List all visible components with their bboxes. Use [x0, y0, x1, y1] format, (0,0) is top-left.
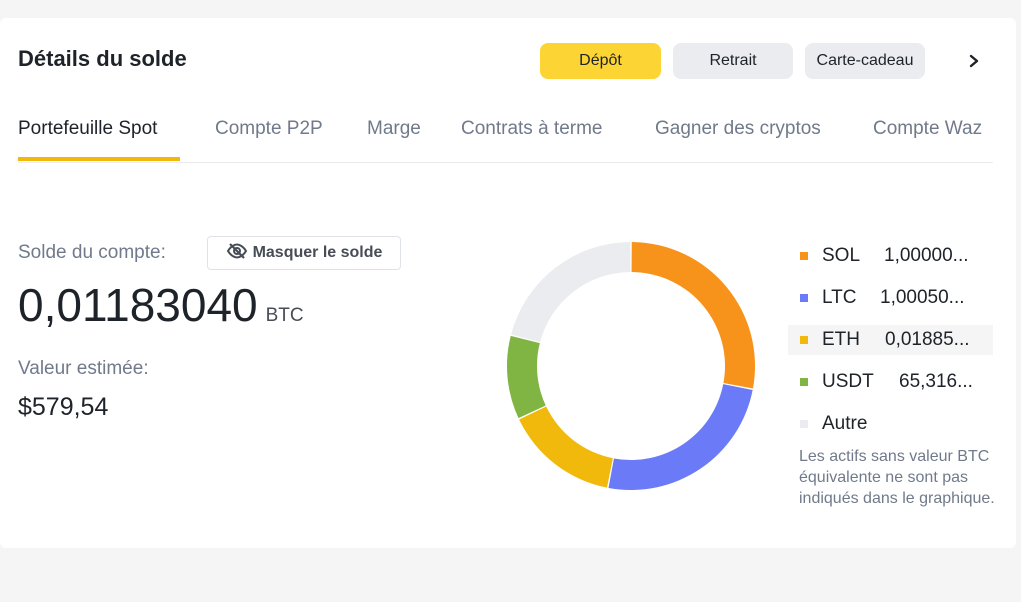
legend-value: 1,00050...: [880, 287, 965, 308]
tab-waz-account[interactable]: Compte Waz: [873, 118, 982, 140]
legend-swatch: [800, 336, 808, 344]
balance-unit: BTC: [265, 305, 304, 326]
eye-slash-icon: [226, 242, 248, 264]
legend-item-ltc[interactable]: LTC 1,00050...: [788, 283, 993, 313]
legend-value: 1,00000...: [884, 245, 969, 266]
legend-value: 0,01885...: [885, 329, 970, 350]
donut-slice-ltc[interactable]: [608, 384, 753, 490]
legend-value: 65,316...: [899, 371, 973, 392]
legend-swatch: [800, 420, 808, 428]
balance-value: 0,01183040: [18, 279, 258, 331]
allocation-donut-chart: [507, 242, 755, 490]
tab-spot-wallet[interactable]: Portefeuille Spot: [18, 118, 157, 140]
gift-card-button[interactable]: Carte-cadeau: [805, 43, 925, 79]
legend-item-eth[interactable]: ETH 0,01885...: [788, 325, 993, 355]
legend-item-other[interactable]: Autre: [788, 409, 993, 439]
wallet-tabs: Portefeuille Spot Compte P2P Marge Contr…: [18, 114, 993, 163]
tab-earn-crypto[interactable]: Gagner des cryptos: [655, 118, 821, 140]
legend-item-sol[interactable]: SOL 1,00000...: [788, 241, 993, 271]
tab-futures[interactable]: Contrats à terme: [461, 118, 603, 140]
donut-slice-autre[interactable]: [511, 242, 631, 343]
page-title: Détails du solde: [18, 46, 187, 71]
chart-footnote: Les actifs sans valeur BTC équivalente n…: [799, 448, 995, 507]
legend-swatch: [800, 294, 808, 302]
donut-slice-eth[interactable]: [519, 406, 613, 488]
tab-p2p-account[interactable]: Compte P2P: [215, 118, 323, 140]
balance-details-card: Détails du solde Dépôt Retrait Carte-cad…: [0, 18, 1016, 548]
legend-swatch: [800, 252, 808, 260]
estimated-value-label: Valeur estimée:: [18, 358, 149, 379]
withdraw-button[interactable]: Retrait: [673, 43, 793, 79]
chevron-right-icon[interactable]: [962, 48, 986, 74]
legend-swatch: [800, 378, 808, 386]
donut-slice-usdt[interactable]: [507, 335, 546, 419]
legend-label: LTC: [822, 287, 857, 308]
legend-label: USDT: [822, 371, 874, 392]
legend-label: ETH: [822, 329, 860, 350]
hide-balance-label: Masquer le solde: [252, 244, 383, 261]
active-tab-indicator: [18, 157, 180, 161]
balance-label: Solde du compte:: [18, 242, 166, 263]
account-balance: 0,01183040 BTC: [18, 278, 304, 332]
legend-label: Autre: [822, 413, 868, 434]
tab-margin[interactable]: Marge: [367, 118, 421, 140]
donut-slice-sol[interactable]: [631, 242, 755, 389]
estimated-value: $579,54: [18, 393, 109, 421]
legend-label: SOL: [822, 245, 861, 266]
legend-item-usdt[interactable]: USDT 65,316...: [788, 367, 993, 397]
hide-balance-button[interactable]: Masquer le solde: [207, 236, 401, 270]
deposit-button[interactable]: Dépôt: [540, 43, 661, 79]
